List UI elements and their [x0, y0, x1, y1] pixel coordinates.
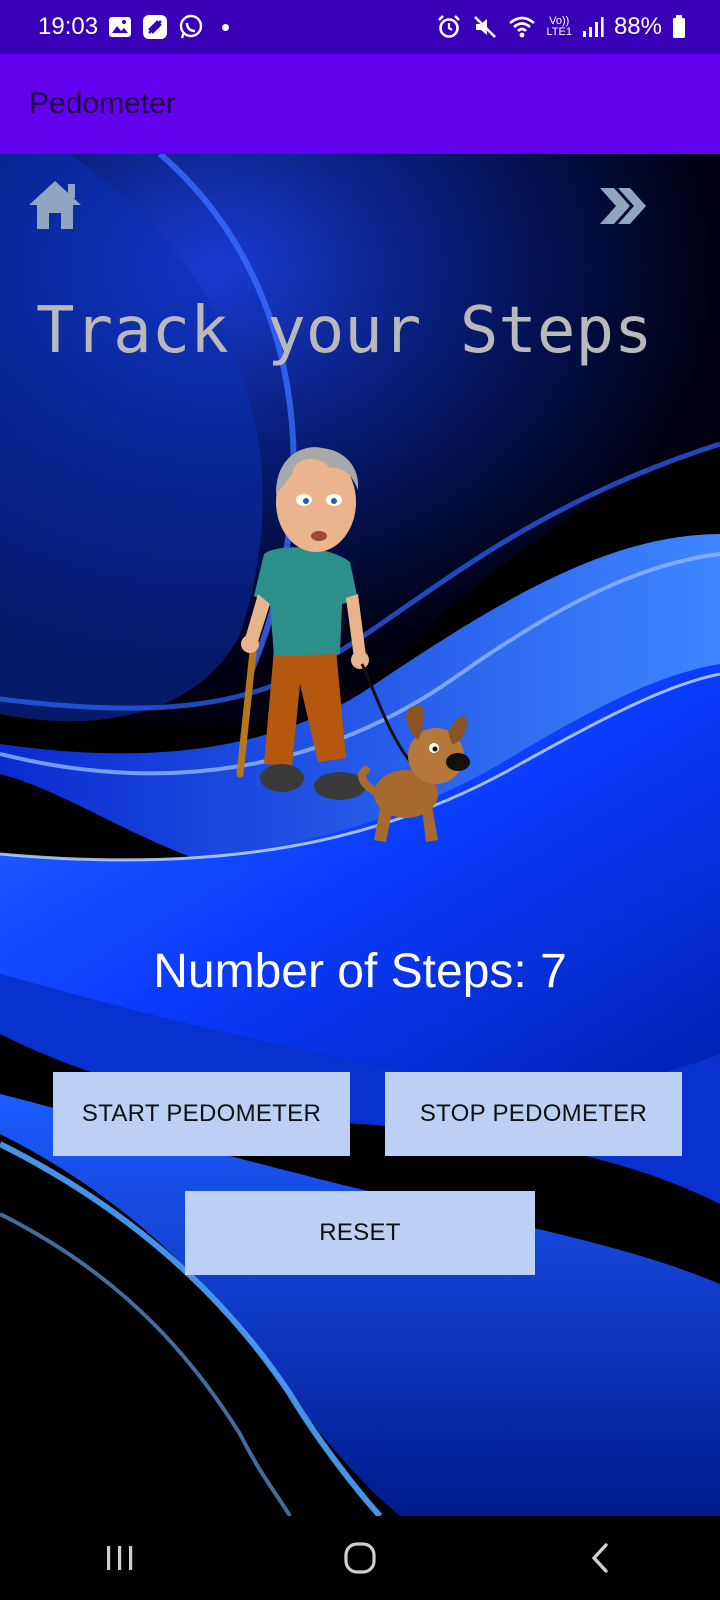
stop-pedometer-button[interactable]: STOP PEDOMETER: [385, 1072, 682, 1156]
flipboard-icon: [142, 14, 168, 40]
status-time: 19:03: [38, 13, 99, 40]
back-button[interactable]: [560, 1528, 640, 1588]
mute-icon: [472, 14, 498, 40]
reset-button[interactable]: RESET: [185, 1191, 535, 1275]
nav-home-button[interactable]: [320, 1528, 400, 1588]
whatsapp-icon: [178, 14, 204, 40]
app-title: Pedometer: [29, 87, 176, 120]
home-icon: [29, 181, 81, 229]
home-circle-icon: [344, 1542, 376, 1574]
recent-apps-button[interactable]: [80, 1528, 160, 1588]
notification-dot-icon: [222, 23, 230, 31]
main-content: Track your Steps Number of Steps: 7 STAR…: [0, 154, 720, 1516]
double-chevron-right-icon: [600, 188, 646, 224]
back-icon: [591, 1543, 608, 1573]
status-bar: 19:03 Vo)) LTE1 88%: [0, 0, 720, 54]
start-pedometer-button[interactable]: START PEDOMETER: [53, 1072, 350, 1156]
battery-icon: [672, 15, 686, 39]
step-count-label: Number of Steps: 7: [153, 945, 567, 998]
status-left: 19:03: [38, 13, 230, 41]
app-bar: Pedometer: [0, 54, 720, 154]
status-right: Vo)) LTE1 88%: [436, 13, 686, 41]
volte-label-bottom: LTE1: [546, 26, 572, 38]
recent-apps-icon: [107, 1546, 133, 1570]
page-headline: Track your Steps: [36, 294, 653, 368]
signal-icon: [582, 16, 604, 38]
home-button[interactable]: [26, 178, 84, 232]
volte-lte-icon: Vo)) LTE1: [546, 16, 571, 38]
battery-percent: 88%: [613, 13, 662, 40]
next-button[interactable]: [596, 184, 648, 228]
wifi-icon: [508, 15, 536, 39]
gallery-icon: [108, 16, 132, 38]
alarm-icon: [436, 14, 462, 40]
system-nav-bar: [0, 1516, 720, 1600]
walking-man-with-dog-illustration: [236, 447, 470, 842]
